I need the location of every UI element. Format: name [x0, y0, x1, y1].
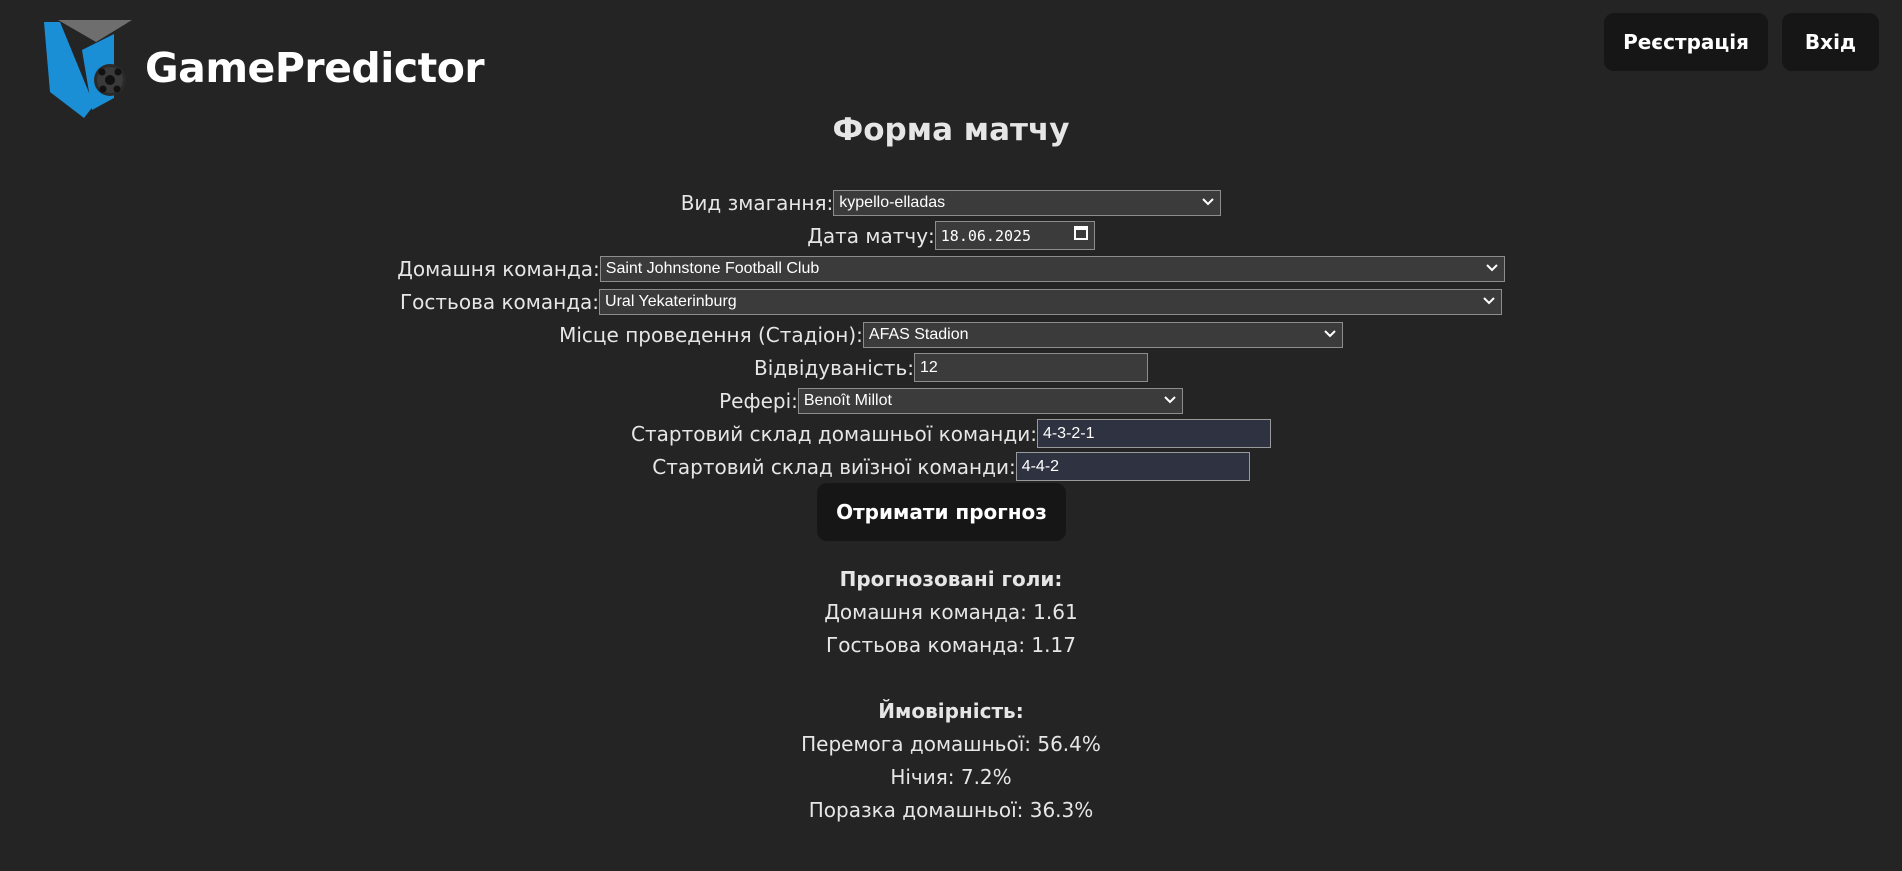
referee-select[interactable]: Benoît Millot [797, 387, 1183, 414]
home-lineup-input[interactable]: 4-3-2-1 [1036, 419, 1271, 448]
home-team-value: Saint Johnstone Football Club [605, 259, 820, 277]
date-input[interactable]: 18.06.2025 [934, 221, 1095, 250]
header: GamePredictor Реєстрація Вхід [0, 0, 1902, 120]
chevron-down-icon [1164, 393, 1176, 410]
home-loss-probability: Поразка домашньої: 36.3% [808, 798, 1094, 822]
chevron-down-icon [1202, 195, 1214, 212]
probability-heading: Ймовірність: [878, 699, 1024, 723]
draw-probability: Нічия: 7.2% [890, 765, 1012, 789]
brand-name[interactable]: GamePredictor [145, 44, 485, 92]
attendance-input[interactable]: 12 [913, 353, 1148, 382]
date-value: 18.06.2025 [940, 226, 1032, 245]
attendance-row: Відвідуваність: 12 [0, 351, 1902, 384]
chevron-down-icon [1483, 294, 1495, 311]
page-title: Форма матчу [832, 112, 1070, 148]
away-lineup-row: Стартовий склад виїзної команди: 4-4-2 [0, 450, 1902, 483]
match-form: Вид змагання: kypello-elladas Дата матчу… [0, 186, 1902, 483]
login-button[interactable]: Вхід [1782, 13, 1879, 71]
chevron-down-icon [1324, 327, 1336, 344]
referee-row: Рефері: Benoît Millot [0, 384, 1902, 417]
venue-value: AFAS Stadion [868, 325, 969, 343]
get-prediction-button[interactable]: Отримати прогноз [817, 483, 1066, 541]
venue-select[interactable]: AFAS Stadion [862, 321, 1343, 348]
home-team-select[interactable]: Saint Johnstone Football Club [599, 255, 1505, 282]
home-lineup-value: 4-3-2-1 [1042, 424, 1095, 442]
home-lineup-label: Стартовий склад домашньої команди: [631, 421, 1037, 446]
home-team-label: Домашня команда: [397, 256, 600, 281]
away-goals: Гостьова команда: 1.17 [826, 633, 1076, 657]
home-lineup-row: Стартовий склад домашньої команди: 4-3-2… [0, 417, 1902, 450]
date-label: Дата матчу: [807, 223, 935, 248]
away-team-row: Гостьова команда: Ural Yekaterinburg [0, 285, 1902, 318]
logo-icon[interactable] [44, 20, 132, 120]
venue-row: Місце проведення (Стадіон): AFAS Stadion [0, 318, 1902, 351]
home-team-row: Домашня команда: Saint Johnstone Footbal… [0, 252, 1902, 285]
referee-label: Рефері: [719, 388, 798, 413]
competition-select[interactable]: kypello-elladas [833, 189, 1222, 216]
away-team-select[interactable]: Ural Yekaterinburg [599, 288, 1503, 315]
register-button[interactable]: Реєстрація [1604, 13, 1768, 71]
home-win-probability: Перемога домашньої: 56.4% [801, 732, 1101, 756]
referee-value: Benoît Millot [803, 391, 892, 409]
venue-label: Місце проведення (Стадіон): [559, 322, 863, 347]
goals-heading: Прогнозовані голи: [839, 567, 1063, 591]
chevron-down-icon [1486, 261, 1498, 278]
competition-row: Вид змагання: kypello-elladas [0, 186, 1902, 219]
away-lineup-value: 4-4-2 [1021, 457, 1060, 475]
away-lineup-label: Стартовий склад виїзної команди: [652, 454, 1016, 479]
competition-value: kypello-elladas [839, 193, 946, 211]
away-lineup-input[interactable]: 4-4-2 [1015, 452, 1250, 481]
home-goals: Домашня команда: 1.61 [824, 600, 1078, 624]
prediction-results: Прогнозовані голи: Домашня команда: 1.61… [0, 563, 1902, 827]
calendar-icon[interactable] [1073, 226, 1088, 240]
away-team-label: Гостьова команда: [399, 289, 600, 314]
date-row: Дата матчу: 18.06.2025 [0, 219, 1902, 252]
away-team-value: Ural Yekaterinburg [605, 292, 737, 310]
attendance-label: Відвідуваність: [754, 355, 914, 380]
competition-label: Вид змагання: [680, 190, 834, 215]
attendance-value: 12 [919, 358, 938, 376]
